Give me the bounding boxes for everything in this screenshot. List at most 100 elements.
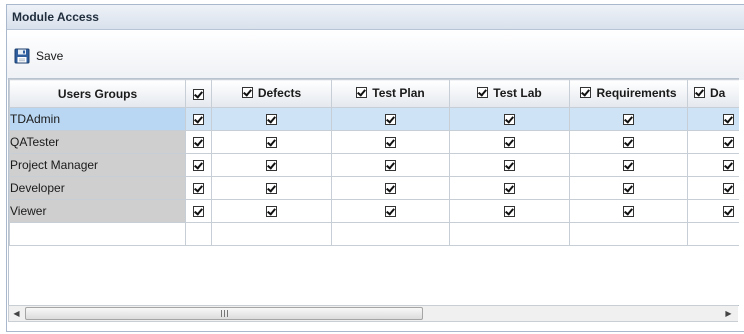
table-row[interactable]: TDAdmin: [9, 107, 739, 131]
scrollbar-thumb[interactable]: [25, 307, 423, 320]
row-select-checkbox[interactable]: [193, 160, 204, 172]
grid-body: TDAdmin QATester Project Manager Developer V…: [9, 107, 739, 246]
empty-cell: [9, 222, 186, 246]
access-cell: [331, 153, 450, 177]
column-header-test-plan[interactable]: Test Plan: [331, 79, 450, 108]
test-plan-checkbox[interactable]: [385, 183, 396, 195]
column-header-dashboard[interactable]: Da: [687, 79, 739, 108]
access-cell: [331, 107, 450, 131]
user-group-name-cell[interactable]: Developer: [9, 176, 186, 200]
access-cell: [331, 199, 450, 223]
user-group-name-cell[interactable]: QATester: [9, 130, 186, 154]
defects-column-checkbox[interactable]: [241, 87, 253, 99]
requirements-checkbox[interactable]: [623, 183, 634, 195]
horizontal-scrollbar[interactable]: ◀ ▶: [8, 305, 738, 322]
users-groups-header-label: Users Groups: [57, 86, 138, 101]
access-cell: [331, 130, 450, 154]
defects-checkbox[interactable]: [266, 114, 277, 126]
row-select-checkbox[interactable]: [193, 206, 204, 218]
table-row[interactable]: Developer: [9, 176, 739, 200]
access-cell: [449, 199, 570, 223]
empty-cell: [449, 222, 570, 246]
defects-checkbox[interactable]: [266, 183, 277, 195]
test-lab-checkbox[interactable]: [504, 160, 515, 172]
test-lab-checkbox[interactable]: [504, 206, 515, 218]
empty-cell: [569, 222, 688, 246]
test-lab-header-label: Test Lab: [493, 85, 542, 100]
row-select-checkbox[interactable]: [193, 183, 204, 195]
access-cell: [569, 130, 688, 154]
table-row[interactable]: QATester: [9, 130, 739, 154]
test-lab-checkbox[interactable]: [504, 114, 515, 126]
column-header-defects[interactable]: Defects: [211, 79, 332, 108]
defects-header-label: Defects: [257, 85, 302, 100]
access-table: Users Groups Defects Test Plan Test Lab …: [9, 79, 739, 246]
column-header-test-lab[interactable]: Test Lab: [449, 79, 570, 108]
dashboard-checkbox[interactable]: [723, 183, 734, 195]
scroll-right-arrow-icon[interactable]: ▶: [721, 306, 736, 321]
access-cell: [449, 153, 570, 177]
requirements-checkbox[interactable]: [623, 206, 634, 218]
access-cell: [687, 107, 739, 131]
module-access-grid: Users Groups Defects Test Plan Test Lab …: [8, 78, 739, 306]
defects-checkbox[interactable]: [266, 206, 277, 218]
requirements-checkbox[interactable]: [623, 160, 634, 172]
test-plan-checkbox[interactable]: [385, 114, 396, 126]
table-row[interactable]: Project Manager: [9, 153, 739, 177]
test-plan-checkbox[interactable]: [385, 206, 396, 218]
dashboard-column-checkbox[interactable]: [694, 87, 705, 99]
column-header-users-groups[interactable]: Users Groups: [9, 79, 186, 108]
access-cell: [569, 107, 688, 131]
toolbar: Save: [7, 30, 744, 80]
access-cell: [449, 176, 570, 200]
requirements-checkbox[interactable]: [623, 114, 634, 126]
access-cell: [211, 176, 332, 200]
access-cell: [185, 153, 212, 177]
test-plan-checkbox[interactable]: [385, 137, 396, 149]
dashboard-checkbox[interactable]: [723, 160, 734, 172]
defects-checkbox[interactable]: [266, 160, 277, 172]
row-select-checkbox[interactable]: [193, 137, 204, 149]
select-all-checkbox[interactable]: [193, 88, 204, 100]
column-header-requirements[interactable]: Requirements: [569, 79, 688, 108]
save-button-label: Save: [36, 49, 64, 63]
empty-cell: [185, 222, 212, 246]
test-plan-column-checkbox[interactable]: [356, 87, 368, 99]
test-plan-checkbox[interactable]: [385, 160, 396, 172]
test-lab-checkbox[interactable]: [504, 137, 515, 149]
table-row[interactable]: Viewer: [9, 199, 739, 223]
access-cell: [687, 153, 739, 177]
requirements-checkbox[interactable]: [623, 137, 634, 149]
access-cell: [185, 199, 212, 223]
panel-title: Module Access: [12, 10, 99, 24]
row-select-checkbox[interactable]: [193, 114, 204, 126]
access-cell: [687, 130, 739, 154]
empty-grid-area: [9, 222, 739, 246]
access-cell: [211, 153, 332, 177]
empty-cell: [211, 222, 332, 246]
panel-title-bar: Module Access: [7, 5, 744, 30]
access-cell: [569, 153, 688, 177]
dashboard-header-label: Da: [710, 85, 726, 100]
access-cell: [569, 199, 688, 223]
dashboard-checkbox[interactable]: [723, 137, 734, 149]
floppy-disk-icon: [14, 48, 30, 64]
test-lab-checkbox[interactable]: [504, 183, 515, 195]
scroll-left-arrow-icon[interactable]: ◀: [9, 306, 24, 321]
dashboard-checkbox[interactable]: [723, 206, 734, 218]
access-cell: [569, 176, 688, 200]
test-plan-header-label: Test Plan: [372, 85, 425, 100]
user-group-name-cell[interactable]: TDAdmin: [9, 107, 186, 131]
requirements-column-checkbox[interactable]: [580, 87, 592, 99]
column-header-select-all[interactable]: [185, 79, 212, 108]
user-group-name-cell[interactable]: Project Manager: [9, 153, 186, 177]
requirements-header-label: Requirements: [596, 85, 677, 100]
access-cell: [449, 107, 570, 131]
dashboard-checkbox[interactable]: [723, 114, 734, 126]
save-button[interactable]: Save: [14, 44, 67, 68]
access-cell: [687, 199, 739, 223]
access-cell: [211, 130, 332, 154]
user-group-name-cell[interactable]: Viewer: [9, 199, 186, 223]
defects-checkbox[interactable]: [266, 137, 277, 149]
test-lab-column-checkbox[interactable]: [477, 87, 489, 99]
